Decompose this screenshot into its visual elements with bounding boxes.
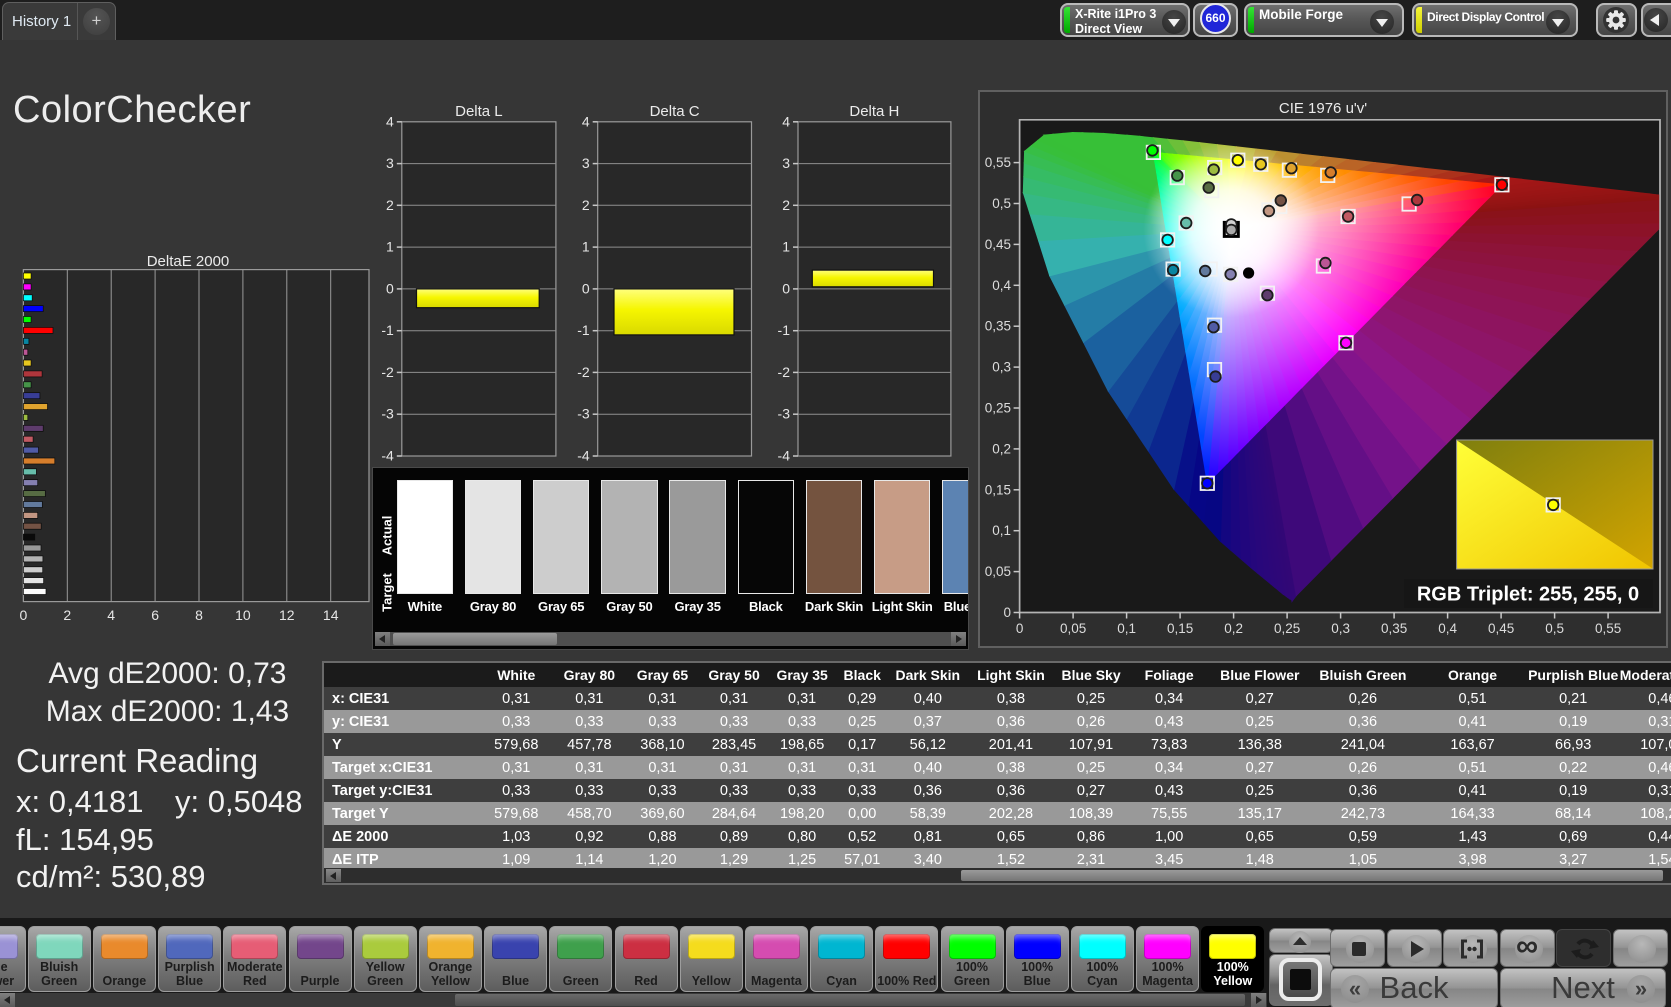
svg-text:CIE 1976 u'v': CIE 1976 u'v' [1279, 100, 1367, 117]
svg-text:2: 2 [386, 197, 394, 213]
svg-text:-3: -3 [381, 406, 394, 422]
svg-text:DeltaE 2000: DeltaE 2000 [147, 253, 230, 270]
svg-text:0,15: 0,15 [985, 482, 1011, 497]
svg-text:0,4: 0,4 [992, 278, 1011, 293]
svg-text:2: 2 [63, 607, 71, 623]
svg-text:0,1: 0,1 [1117, 621, 1136, 636]
svg-text:0,45: 0,45 [1488, 621, 1514, 636]
svg-text:0,4: 0,4 [1438, 621, 1457, 636]
svg-text:0,55: 0,55 [1595, 621, 1621, 636]
svg-text:Delta H: Delta H [849, 103, 899, 120]
svg-text:4: 4 [782, 113, 790, 129]
svg-text:0,3: 0,3 [1331, 621, 1350, 636]
svg-text:0,5: 0,5 [1545, 621, 1564, 636]
svg-text:0: 0 [1016, 621, 1024, 636]
svg-text:0: 0 [782, 280, 790, 296]
svg-text:0,25: 0,25 [1274, 621, 1300, 636]
svg-text:-2: -2 [778, 364, 791, 380]
svg-text:3: 3 [386, 155, 394, 171]
svg-text:-3: -3 [778, 406, 791, 422]
svg-text:0,2: 0,2 [1224, 621, 1243, 636]
svg-text:2: 2 [582, 197, 590, 213]
svg-text:0,45: 0,45 [985, 237, 1011, 252]
svg-text:4: 4 [582, 113, 590, 129]
svg-text:12: 12 [279, 607, 295, 623]
svg-text:0,1: 0,1 [992, 523, 1011, 538]
svg-text:0,3: 0,3 [992, 360, 1011, 375]
svg-text:RGB Triplet: 255, 255, 0: RGB Triplet: 255, 255, 0 [1417, 584, 1639, 606]
svg-text:1: 1 [386, 239, 394, 255]
svg-text:0: 0 [582, 280, 590, 296]
svg-text:-4: -4 [778, 448, 791, 464]
svg-text:0: 0 [1003, 605, 1011, 620]
svg-text:0: 0 [20, 607, 28, 623]
svg-text:3: 3 [782, 155, 790, 171]
svg-text:10: 10 [235, 607, 251, 623]
svg-text:0,5: 0,5 [992, 196, 1011, 211]
svg-text:0,55: 0,55 [985, 155, 1011, 170]
svg-text:-4: -4 [381, 448, 394, 464]
svg-text:3: 3 [582, 155, 590, 171]
svg-text:-1: -1 [778, 322, 791, 338]
svg-text:-1: -1 [381, 322, 394, 338]
svg-text:0,05: 0,05 [985, 564, 1011, 579]
svg-text:-4: -4 [577, 448, 590, 464]
svg-text:4: 4 [386, 113, 394, 129]
svg-text:0,05: 0,05 [1060, 621, 1086, 636]
svg-text:Delta C: Delta C [650, 103, 700, 120]
svg-text:0,2: 0,2 [992, 441, 1011, 456]
svg-text:-3: -3 [577, 406, 590, 422]
svg-text:1: 1 [582, 239, 590, 255]
svg-text:-2: -2 [381, 364, 394, 380]
svg-text:-2: -2 [577, 364, 590, 380]
svg-text:0,35: 0,35 [985, 319, 1011, 334]
svg-text:6: 6 [151, 607, 159, 623]
svg-text:2: 2 [782, 197, 790, 213]
svg-text:4: 4 [107, 607, 115, 623]
svg-text:-1: -1 [577, 322, 590, 338]
svg-text:0,35: 0,35 [1381, 621, 1407, 636]
svg-text:1: 1 [782, 239, 790, 255]
svg-text:0: 0 [386, 280, 394, 296]
svg-text:14: 14 [323, 607, 339, 623]
svg-text:0,25: 0,25 [985, 401, 1011, 416]
svg-text:0,15: 0,15 [1167, 621, 1193, 636]
svg-text:Delta L: Delta L [455, 103, 503, 120]
svg-text:8: 8 [195, 607, 203, 623]
